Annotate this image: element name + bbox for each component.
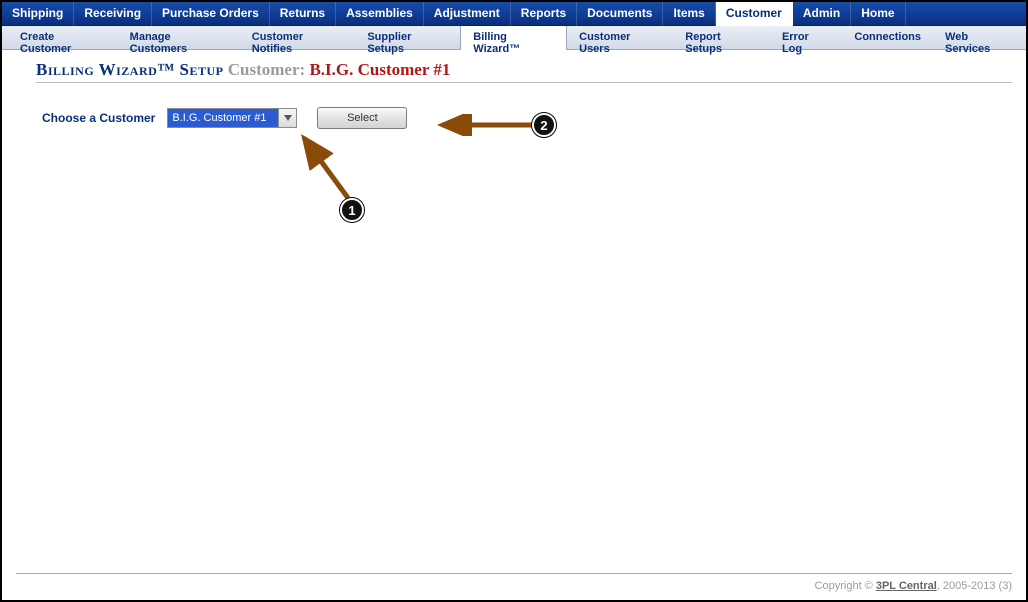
nav-reports[interactable]: Reports <box>511 2 577 26</box>
footer-suffix: , 2005-2013 (3) <box>937 580 1012 592</box>
subnav-customer-users[interactable]: Customer Users <box>567 26 673 50</box>
nav-home[interactable]: Home <box>851 2 905 26</box>
heading-sublabel: Customer: <box>228 60 305 79</box>
secondary-nav: Create Customer Manage Customers Custome… <box>2 26 1026 50</box>
customer-dropdown-toggle[interactable] <box>278 109 296 127</box>
nav-purchase-orders[interactable]: Purchase Orders <box>152 2 270 26</box>
nav-returns[interactable]: Returns <box>270 2 336 26</box>
nav-adjustment[interactable]: Adjustment <box>424 2 511 26</box>
footer: Copyright © 3PL Central, 2005-2013 (3) <box>815 580 1012 592</box>
subnav-create-customer[interactable]: Create Customer <box>8 26 118 50</box>
heading-title: Billing Wizard™ Setup <box>36 60 224 79</box>
footer-company-link[interactable]: 3PL Central <box>876 580 937 592</box>
nav-shipping[interactable]: Shipping <box>2 2 74 26</box>
page-heading: Billing Wizard™ Setup Customer: B.I.G. C… <box>36 60 1012 83</box>
nav-customer[interactable]: Customer <box>716 2 793 26</box>
primary-nav: Shipping Receiving Purchase Orders Retur… <box>2 2 1026 26</box>
customer-dropdown-value: B.I.G. Customer #1 <box>168 109 278 127</box>
heading-customer: B.I.G. Customer #1 <box>309 60 450 79</box>
select-button[interactable]: Select <box>317 107 407 129</box>
annotation-marker-1: 1 <box>340 198 364 222</box>
subnav-error-log[interactable]: Error Log <box>770 26 842 50</box>
nav-items[interactable]: Items <box>663 2 715 26</box>
subnav-billing-wizard[interactable]: Billing Wizard™ <box>460 26 567 50</box>
footer-divider <box>16 573 1012 574</box>
subnav-connections[interactable]: Connections <box>842 26 933 50</box>
annotation-arrow-1-icon <box>292 130 372 210</box>
subnav-report-setups[interactable]: Report Setups <box>673 26 770 50</box>
nav-admin[interactable]: Admin <box>793 2 851 26</box>
choose-customer-row: Choose a Customer B.I.G. Customer #1 Sel… <box>2 83 1026 129</box>
footer-copyright-prefix: Copyright © <box>815 580 876 592</box>
customer-dropdown[interactable]: B.I.G. Customer #1 <box>167 108 297 128</box>
subnav-supplier-setups[interactable]: Supplier Setups <box>355 26 460 50</box>
nav-documents[interactable]: Documents <box>577 2 663 26</box>
subnav-manage-customers[interactable]: Manage Customers <box>118 26 240 50</box>
subnav-customer-notifies[interactable]: Customer Notifies <box>240 26 356 50</box>
nav-assemblies[interactable]: Assemblies <box>336 2 424 26</box>
chevron-down-icon <box>284 115 292 121</box>
choose-customer-label: Choose a Customer <box>42 111 155 125</box>
nav-receiving[interactable]: Receiving <box>74 2 152 26</box>
subnav-web-services[interactable]: Web Services <box>933 26 1026 50</box>
